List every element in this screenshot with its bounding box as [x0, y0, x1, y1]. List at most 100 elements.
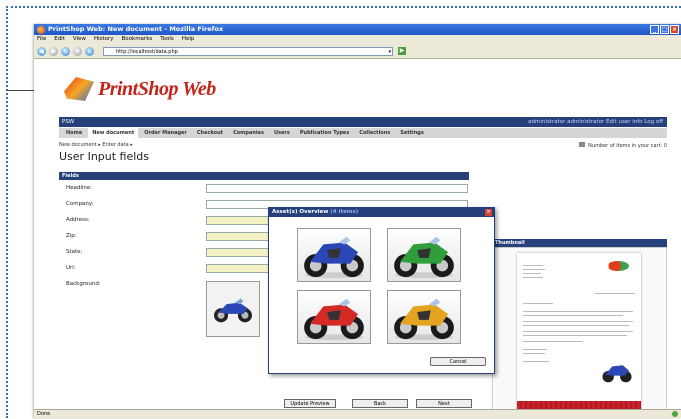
dialog-item-count: (4 items)	[330, 209, 359, 215]
decorative-callout-line	[6, 90, 36, 91]
asset-yellow-motorcycle[interactable]	[387, 290, 461, 344]
decorative-dotted-border-left	[6, 6, 8, 418]
tab-publication-types[interactable]: Publication Types	[296, 128, 353, 138]
menu-bar: File Edit View History Bookmarks Tools H…	[34, 35, 681, 44]
preview-line	[523, 353, 545, 354]
tab-home[interactable]: Home	[62, 128, 86, 138]
firefox-icon	[37, 26, 45, 34]
back-button[interactable]: Back	[352, 399, 408, 408]
menu-bookmarks[interactable]: Bookmarks	[122, 35, 153, 44]
label-zip: Zip:	[66, 233, 77, 239]
main-tabs: Home New document Order Manager Checkout…	[59, 128, 667, 138]
back-icon[interactable]: ◀	[37, 46, 46, 56]
preview-logo-icon	[607, 261, 629, 271]
preview-motorcycle-icon	[602, 365, 632, 383]
label-company: Company:	[66, 201, 94, 207]
label-state: State:	[66, 249, 83, 255]
home-icon[interactable]: ⌂	[85, 46, 94, 56]
navigation-toolbar: ◀ ▶ ↻ ✕ ⌂ http://localhost/data.php ▾ ▶	[34, 44, 681, 59]
label-address: Address:	[66, 217, 90, 223]
menu-edit[interactable]: Edit	[54, 35, 65, 44]
thumbnail-header: Thumbnail	[492, 239, 667, 247]
preview-line	[523, 335, 627, 336]
next-button[interactable]: Next	[416, 399, 472, 408]
address-bar[interactable]: http://localhost/data.php ▾	[103, 46, 393, 57]
asset-blue-motorcycle[interactable]	[297, 228, 371, 282]
dialog-header: Asset(s) Overview (4 items) ×	[269, 208, 494, 217]
app-header-label: PSW	[62, 119, 75, 125]
menu-view[interactable]: View	[73, 35, 86, 44]
motorcycle-thumbnail-icon	[214, 298, 252, 323]
window-controls: _ □ ×	[650, 25, 679, 34]
tab-settings[interactable]: Settings	[396, 128, 428, 138]
page-content: PrintShop Web PSW administrator administ…	[34, 59, 681, 409]
window-titlebar: PrintShop Web: New document - Mozilla Fi…	[34, 24, 681, 35]
menu-tools[interactable]: Tools	[160, 35, 174, 44]
tab-companies[interactable]: Companies	[229, 128, 268, 138]
preview-line	[523, 321, 633, 322]
menu-history[interactable]: History	[94, 35, 114, 44]
cart-icon	[579, 142, 586, 147]
stop-icon[interactable]: ✕	[73, 46, 82, 56]
asset-grid	[297, 228, 461, 344]
update-preview-button[interactable]: Update Preview	[284, 399, 336, 408]
user-links[interactable]: administrator administrator Edit user in…	[528, 117, 663, 127]
fields-header: Fields	[59, 172, 469, 180]
tab-checkout[interactable]: Checkout	[193, 128, 227, 138]
headline-field[interactable]	[206, 184, 468, 193]
page-title: User Input fields	[59, 150, 150, 163]
go-button[interactable]: ▶	[398, 47, 406, 55]
label-background: Background:	[66, 281, 101, 287]
preview-line	[523, 303, 553, 304]
preview-line	[523, 325, 629, 326]
status-text: Done	[37, 411, 51, 417]
maximize-button[interactable]: □	[660, 25, 669, 34]
motorcycle-icon	[304, 298, 364, 341]
motorcycle-icon	[394, 298, 454, 341]
preview-line	[523, 269, 545, 270]
document-preview	[517, 253, 641, 409]
dialog-title: Asset(s) Overview	[272, 209, 329, 215]
cart-text: Number of items in your cart: 0	[588, 143, 667, 149]
preview-line	[523, 273, 541, 274]
window-title: PrintShop Web: New document - Mozilla Fi…	[48, 25, 224, 33]
printshop-logo[interactable]: PrintShop Web	[64, 77, 216, 101]
menu-file[interactable]: File	[37, 35, 46, 44]
browser-window: PrintShop Web: New document - Mozilla Fi…	[34, 24, 681, 418]
asset-red-motorcycle[interactable]	[297, 290, 371, 344]
reload-icon[interactable]: ↻	[61, 46, 70, 56]
preview-line	[523, 341, 583, 342]
preview-line	[523, 311, 633, 312]
preview-line	[523, 265, 543, 266]
cart-status[interactable]: Number of items in your cart: 0	[579, 142, 667, 149]
tab-new-document[interactable]: New document	[88, 128, 139, 138]
breadcrumb[interactable]: New document ▸ Enter data ▸	[59, 142, 133, 148]
background-image-selector[interactable]	[206, 281, 260, 337]
address-bar-url: http://localhost/data.php	[116, 48, 178, 55]
asset-green-motorcycle[interactable]	[387, 228, 461, 282]
status-ok-icon	[672, 411, 678, 417]
close-window-button[interactable]: ×	[670, 25, 679, 34]
decorative-dotted-border-top	[6, 6, 681, 8]
motorcycle-icon	[394, 236, 454, 279]
label-headline: Headline:	[66, 185, 93, 191]
motorcycle-icon	[304, 236, 364, 279]
forward-icon[interactable]: ▶	[49, 46, 58, 56]
preview-line	[523, 361, 549, 362]
tab-order-manager[interactable]: Order Manager	[140, 128, 191, 138]
logo-mark-icon	[64, 77, 94, 101]
close-icon[interactable]: ×	[485, 209, 492, 216]
preview-line	[595, 293, 635, 294]
chevron-down-icon[interactable]: ▾	[388, 48, 391, 57]
tab-collections[interactable]: Collections	[355, 128, 394, 138]
cancel-button[interactable]: Cancel	[430, 357, 486, 366]
preview-footer-band	[517, 401, 641, 409]
menu-help[interactable]: Help	[182, 35, 195, 44]
app-header-bar: PSW administrator administrator Edit use…	[59, 117, 667, 127]
minimize-button[interactable]: _	[650, 25, 659, 34]
preview-line	[523, 349, 547, 350]
logo-text: PrintShop Web	[98, 77, 216, 100]
tab-users[interactable]: Users	[270, 128, 294, 138]
asset-overview-dialog: Asset(s) Overview (4 items) × Cancel	[268, 207, 495, 374]
preview-line	[523, 277, 543, 278]
